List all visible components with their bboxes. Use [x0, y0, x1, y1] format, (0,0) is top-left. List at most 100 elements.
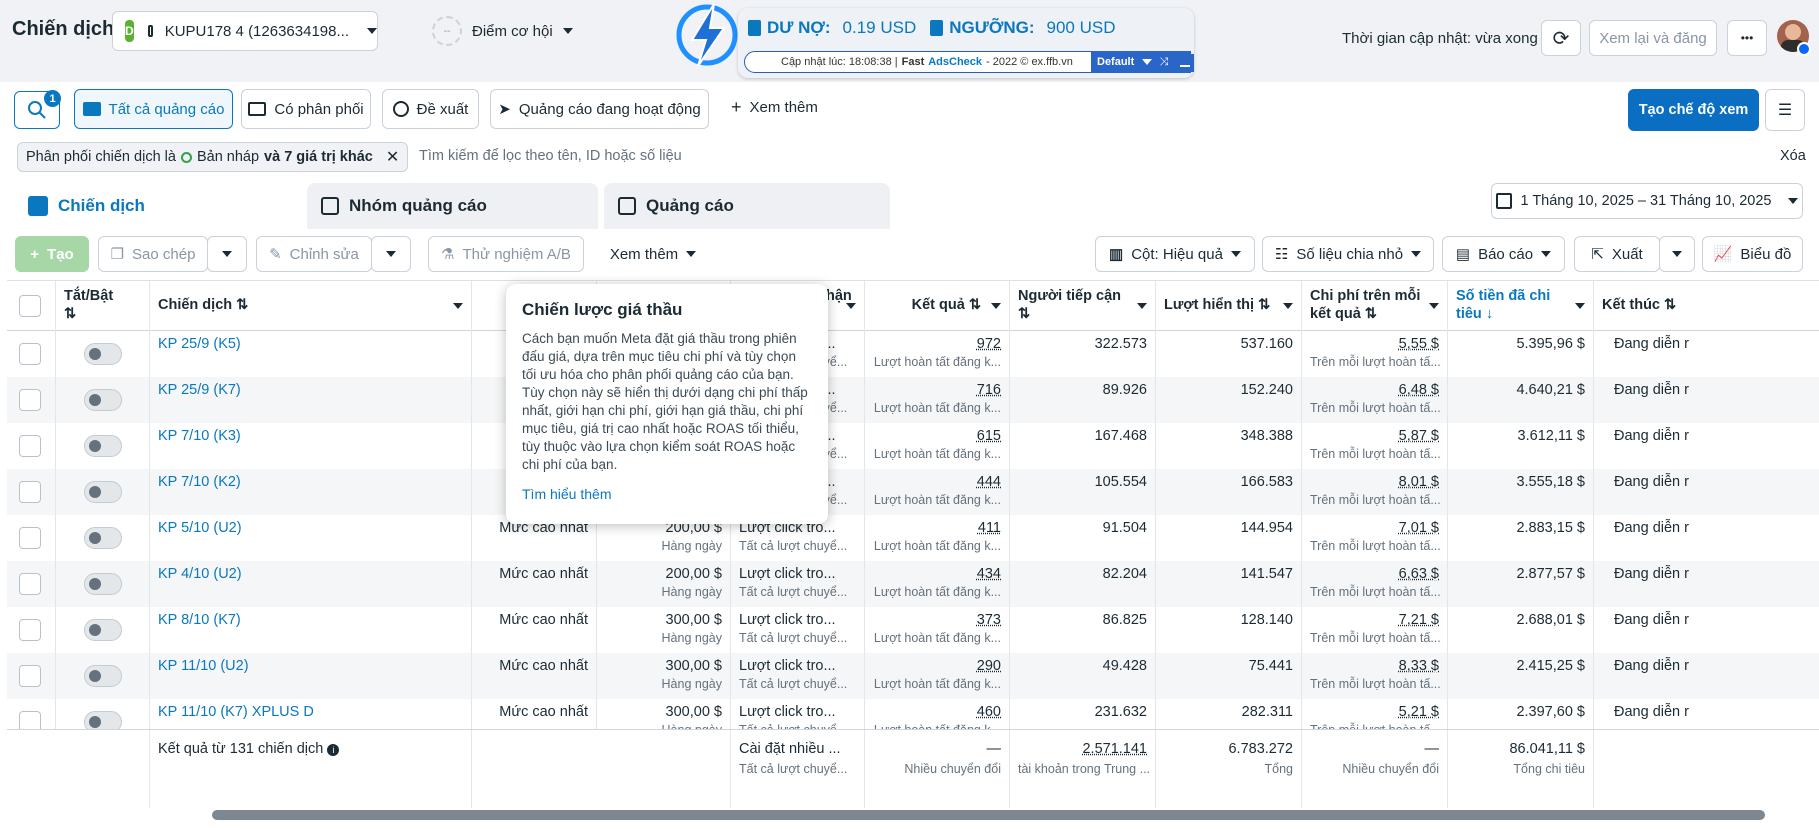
select-all-checkbox[interactable] — [19, 295, 41, 317]
campaign-toggle[interactable] — [84, 619, 122, 641]
toolbar-more-button[interactable]: Xem thêm — [598, 236, 708, 272]
columns-button[interactable]: ▥ Cột: Hiệu quả — [1095, 236, 1255, 272]
reports-button[interactable]: ▤ Báo cáo — [1442, 236, 1565, 272]
col-toggle[interactable]: Tắt/Bật ⇅ — [56, 281, 150, 331]
cpr-value[interactable]: 8,33 $ — [1310, 657, 1439, 675]
campaign-toggle[interactable] — [84, 389, 122, 411]
shuffle-icon[interactable]: ⤨ — [1155, 51, 1173, 73]
table-row[interactable]: KP 5/10 (U2) Mức cao nhất 200,00 $ Hàng ngà… — [7, 515, 1819, 561]
row-checkbox[interactable] — [19, 481, 41, 503]
table-row[interactable]: KP 25/9 (K5)200,00 $Hàng ngàyLượt click … — [7, 331, 1819, 377]
results-value[interactable]: 972 — [873, 335, 1001, 353]
cpr-value[interactable]: 7,21 $ — [1310, 611, 1439, 629]
campaign-name-link[interactable]: KP 25/9 (K5) — [150, 331, 472, 377]
results-value[interactable]: 411 — [873, 519, 1001, 537]
campaign-toggle[interactable] — [84, 527, 122, 549]
row-checkbox[interactable] — [19, 389, 41, 411]
horizontal-scrollbar[interactable] — [212, 810, 1765, 820]
edit-button[interactable]: ✎ Chỉnh sửa — [256, 236, 372, 272]
tab-ads[interactable]: Quảng cáo — [604, 183, 890, 229]
breakdown-button[interactable]: ☷ Số liệu chia nhỏ — [1262, 236, 1434, 272]
cpr-value[interactable]: 5,21 $ — [1310, 703, 1439, 721]
cpr-value[interactable]: 6,48 $ — [1310, 381, 1439, 399]
col-impressions[interactable]: Lượt hiển thị ⇅ — [1156, 281, 1302, 331]
cpr-value[interactable]: 7,01 $ — [1310, 519, 1439, 537]
campaign-name-link[interactable]: KP 5/10 (U2) — [150, 515, 472, 561]
calendar-icon — [1496, 193, 1513, 209]
campaign-name-link[interactable]: KP 11/10 (U2) — [150, 653, 472, 699]
col-reach[interactable]: Người tiếp cận ⇅ — [1010, 281, 1156, 331]
opportunity-score[interactable]: -- Điểm cơ hội — [432, 16, 573, 46]
row-checkbox[interactable] — [19, 527, 41, 549]
campaign-toggle[interactable] — [84, 573, 122, 595]
refresh-button[interactable]: ⟳ — [1541, 20, 1581, 56]
col-amount-spent[interactable]: Số tiền đã chi tiêu ↓ — [1448, 281, 1594, 331]
more-options-button[interactable]: ••• — [1727, 20, 1767, 56]
settings-sliders-button[interactable]: ☰ — [1765, 89, 1805, 131]
cpr-value[interactable]: 8,01 $ — [1310, 473, 1439, 491]
col-campaign[interactable]: Chiến dịch ⇅ — [150, 281, 472, 331]
tab-delivering[interactable]: Có phân phối — [241, 89, 371, 129]
col-cost-per-result[interactable]: Chi phí trên mỗi kết quả ⇅ — [1302, 281, 1448, 331]
edit-dropdown[interactable] — [371, 236, 411, 272]
results-value[interactable]: 444 — [873, 473, 1001, 491]
row-checkbox[interactable] — [19, 665, 41, 687]
table-row[interactable]: KP 4/10 (U2) Mức cao nhất 200,00 $ Hàng ngà… — [7, 561, 1819, 607]
results-value[interactable]: 460 — [873, 703, 1001, 721]
tab-active-ads[interactable]: ➤ Quảng cáo đang hoạt động — [490, 89, 709, 129]
row-checkbox[interactable] — [19, 573, 41, 595]
row-checkbox[interactable] — [19, 435, 41, 457]
duplicate-button[interactable]: ❐ Sao chép — [98, 236, 208, 272]
campaign-name-link[interactable]: KP 25/9 (K7) — [150, 377, 472, 423]
campaign-name-link[interactable]: KP 4/10 (U2) — [150, 561, 472, 607]
info-icon[interactable]: i — [327, 744, 340, 756]
campaign-toggle[interactable] — [84, 481, 122, 503]
create-button[interactable]: + Tạo — [15, 236, 89, 272]
clear-filters-button[interactable]: Xóa — [1780, 148, 1806, 164]
minimize-icon[interactable] — [1176, 54, 1194, 72]
campaign-toggle[interactable] — [84, 435, 122, 457]
table-row[interactable]: KP 25/9 (K7)200,00 $Hàng ngàyLượt click … — [7, 377, 1819, 423]
tab-recommendations[interactable]: Đề xuất — [382, 89, 479, 129]
review-publish-button[interactable]: Xem lại và đăng — [1589, 20, 1717, 56]
learn-more-link[interactable]: Tìm hiểu thêm — [522, 486, 812, 502]
results-value[interactable]: 373 — [873, 611, 1001, 629]
table-row[interactable]: KP 11/10 (U2) Mức cao nhất 300,00 $ Hàng ng… — [7, 653, 1819, 699]
cpr-value[interactable]: 6,63 $ — [1310, 565, 1439, 583]
cpr-value[interactable]: 5,87 $ — [1310, 427, 1439, 445]
row-checkbox[interactable] — [19, 343, 41, 365]
cpr-value[interactable]: 5,55 $ — [1310, 335, 1439, 353]
duplicate-dropdown[interactable] — [207, 236, 247, 272]
col-ends[interactable]: Kết thúc ⇅ — [1594, 281, 1819, 331]
table-row[interactable]: KP 7/10 (K2)200,00 $Hàng ngàyLượt click … — [7, 469, 1819, 515]
campaign-toggle[interactable] — [84, 665, 122, 687]
row-checkbox[interactable] — [19, 619, 41, 641]
campaign-toggle[interactable] — [84, 343, 122, 365]
campaign-name-link[interactable]: KP 7/10 (K3) — [150, 423, 472, 469]
footer-cpr-value: — — [1424, 741, 1440, 757]
campaign-name-link[interactable]: KP 7/10 (K2) — [150, 469, 472, 515]
search-filter-input[interactable]: Tìm kiếm để lọc theo tên, ID hoặc số liệ… — [419, 148, 682, 164]
results-value[interactable]: 716 — [873, 381, 1001, 399]
results-value[interactable]: 434 — [873, 565, 1001, 583]
chart-button[interactable]: 📈 Biểu đồ — [1702, 236, 1803, 272]
campaign-name-link[interactable]: KP 8/10 (K7) — [150, 607, 472, 653]
tab-all-ads[interactable]: Tất cả quảng cáo — [74, 89, 233, 129]
ab-test-button[interactable]: ⚗ Thử nghiệm A/B — [428, 236, 584, 272]
date-range-picker[interactable]: 1 Tháng 10, 2025 – 31 Tháng 10, 2025 — [1491, 183, 1803, 219]
col-results[interactable]: Kết quả ⇅ — [865, 281, 1010, 331]
export-button[interactable]: ⇱ Xuất — [1574, 236, 1660, 272]
export-dropdown[interactable] — [1659, 236, 1695, 272]
filter-chip[interactable]: Phân phối chiến dịch là Bản nháp và 7 gi… — [17, 142, 409, 172]
table-row[interactable]: KP 8/10 (K7) Mức cao nhất 300,00 $ Hàng ngà… — [7, 607, 1819, 653]
create-view-button[interactable]: Tạo chế độ xem — [1628, 89, 1759, 131]
account-selector[interactable]: D KUPU178 4 (1263634198... — [112, 11, 378, 51]
profile-select[interactable]: Default — [1091, 51, 1155, 73]
close-icon[interactable]: ✕ — [386, 147, 399, 167]
more-tabs-button[interactable]: + Xem thêm — [731, 98, 818, 116]
tab-adsets[interactable]: Nhóm quảng cáo — [307, 183, 598, 229]
table-row[interactable]: KP 7/10 (K3)200,00 $Hàng ngàyLượt click … — [7, 423, 1819, 469]
results-value[interactable]: 290 — [873, 657, 1001, 675]
results-value[interactable]: 615 — [873, 427, 1001, 445]
tab-campaigns[interactable]: Chiến dịch — [14, 183, 300, 229]
